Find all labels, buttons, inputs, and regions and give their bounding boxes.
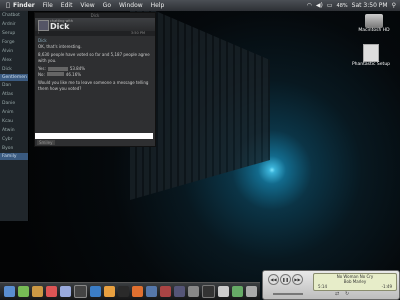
avatar — [38, 20, 49, 31]
dock-app-icon[interactable] — [218, 286, 229, 297]
list-item[interactable]: Danie — [0, 99, 28, 108]
group-header[interactable]: Gentlemen — [0, 74, 28, 81]
itunes-widget: ◀◀ ❚❚ ▶▶ No Woman No Cry Bob Marley 5:14… — [262, 270, 400, 300]
dock-app-icon[interactable] — [60, 286, 71, 297]
buddy-list-sidebar: Chatbot Ardnir Serup Forge Alvin Alex Di… — [0, 11, 29, 221]
chat-window: Dick chatting with Dick ! 3:50 PM Dick O… — [34, 12, 156, 147]
spotlight-icon[interactable]: ⚲ — [392, 2, 396, 9]
dock-app-icon[interactable] — [90, 286, 101, 297]
macintosh-hd-icon[interactable]: Macintosh HD — [354, 14, 394, 33]
now-playing-display: No Woman No Cry Bob Marley 5:14 -1:49 — [313, 273, 397, 291]
disk-image-icon — [363, 44, 379, 62]
timestamp: 3:50 PM — [130, 31, 145, 35]
volume-slider[interactable] — [273, 293, 303, 295]
contact-name: Dick — [50, 22, 70, 31]
next-button[interactable]: ▶▶ — [292, 274, 303, 285]
no-label: No: — [38, 71, 45, 77]
menubar-clock[interactable]: Sat 3:50 PM — [352, 2, 388, 9]
dock-app-icon[interactable] — [202, 285, 215, 298]
message-input[interactable] — [35, 133, 153, 139]
group-header[interactable]: Family — [0, 153, 28, 160]
dock-app-icon[interactable] — [74, 285, 87, 298]
list-item[interactable]: Dick — [0, 65, 28, 74]
battery-percent: 48% — [336, 2, 348, 9]
menu-window[interactable]: Window — [119, 2, 143, 9]
list-item[interactable]: Atwin — [0, 126, 28, 135]
list-item[interactable]: Cybr — [0, 135, 28, 144]
volume-icon[interactable]: ◀) — [316, 2, 323, 9]
info-bar: ! 3:50 PM — [35, 31, 155, 36]
menu-view[interactable]: View — [80, 2, 94, 9]
previous-button[interactable]: ◀◀ — [268, 274, 279, 285]
dock-app-icon[interactable] — [174, 286, 185, 297]
menu-edit[interactable]: Edit — [61, 2, 73, 9]
wifi-icon[interactable]: ◠ — [307, 2, 312, 9]
pause-button[interactable]: ❚❚ — [280, 274, 291, 285]
remaining-time: -1:49 — [381, 284, 392, 289]
battery-icon[interactable]: ▭ — [327, 2, 333, 9]
dock-app-icon[interactable] — [146, 286, 157, 297]
repeat-icon[interactable]: ↻ — [345, 291, 349, 297]
message-area: Dick OK, that's interesting. 8,630 peopl… — [35, 36, 155, 136]
phantastic-setup-icon[interactable]: Phantastic Setup — [346, 44, 396, 67]
hard-drive-icon — [365, 14, 383, 28]
chat-header: chatting with Dick — [35, 18, 155, 31]
no-percent: 46.16% — [65, 71, 82, 77]
firefox-dock-icon[interactable] — [104, 286, 115, 297]
smiley-button[interactable]: Smiley — [37, 140, 55, 145]
menu-file[interactable]: File — [43, 2, 53, 9]
menu-go[interactable]: Go — [103, 2, 111, 9]
dock-app-icon[interactable] — [118, 286, 129, 297]
list-item[interactable]: Byon — [0, 144, 28, 153]
message: 8,630 people have voted so far and 5,187… — [38, 52, 150, 63]
dock-app-icon[interactable] — [32, 286, 43, 297]
dock — [0, 282, 260, 300]
trash-icon[interactable] — [246, 286, 257, 297]
list-item[interactable]: Anim — [0, 108, 28, 117]
shuffle-icon[interactable]: ⇄ — [335, 291, 339, 297]
list-item[interactable]: Kcau — [0, 117, 28, 126]
dock-app-icon[interactable] — [188, 286, 199, 297]
list-item[interactable]: Dan — [0, 81, 28, 90]
list-item[interactable]: Forge — [0, 38, 28, 47]
list-item[interactable]: Serup — [0, 29, 28, 38]
dock-app-icon[interactable] — [46, 286, 57, 297]
menu-finder[interactable]: Finder — [13, 2, 35, 9]
list-item[interactable]: Chatbot — [0, 11, 28, 20]
vlc-dock-icon[interactable] — [132, 286, 143, 297]
menu-bar:  Finder File Edit View Go Window Help ◠… — [0, 0, 400, 11]
finder-dock-icon[interactable] — [4, 286, 15, 297]
list-item[interactable]: Ardnir — [0, 20, 28, 29]
no-bar — [46, 72, 64, 77]
elapsed-time: 5:14 — [318, 284, 327, 289]
message: Would you like me to leave someone a mes… — [38, 80, 149, 91]
apple-menu-icon[interactable]:  — [3, 2, 13, 9]
menu-help[interactable]: Help — [151, 2, 165, 9]
list-item[interactable]: Alex — [0, 56, 28, 65]
dock-app-icon[interactable] — [18, 286, 29, 297]
dock-app-icon[interactable] — [160, 286, 171, 297]
icon-label: Macintosh HD — [358, 28, 390, 33]
list-item[interactable]: Alvin — [0, 47, 28, 56]
dock-app-icon[interactable] — [232, 286, 243, 297]
list-item[interactable]: Atlas — [0, 90, 28, 99]
yes-bar — [47, 66, 68, 71]
icon-label: Phantastic Setup — [351, 62, 391, 67]
status-icon: ! — [38, 31, 40, 35]
